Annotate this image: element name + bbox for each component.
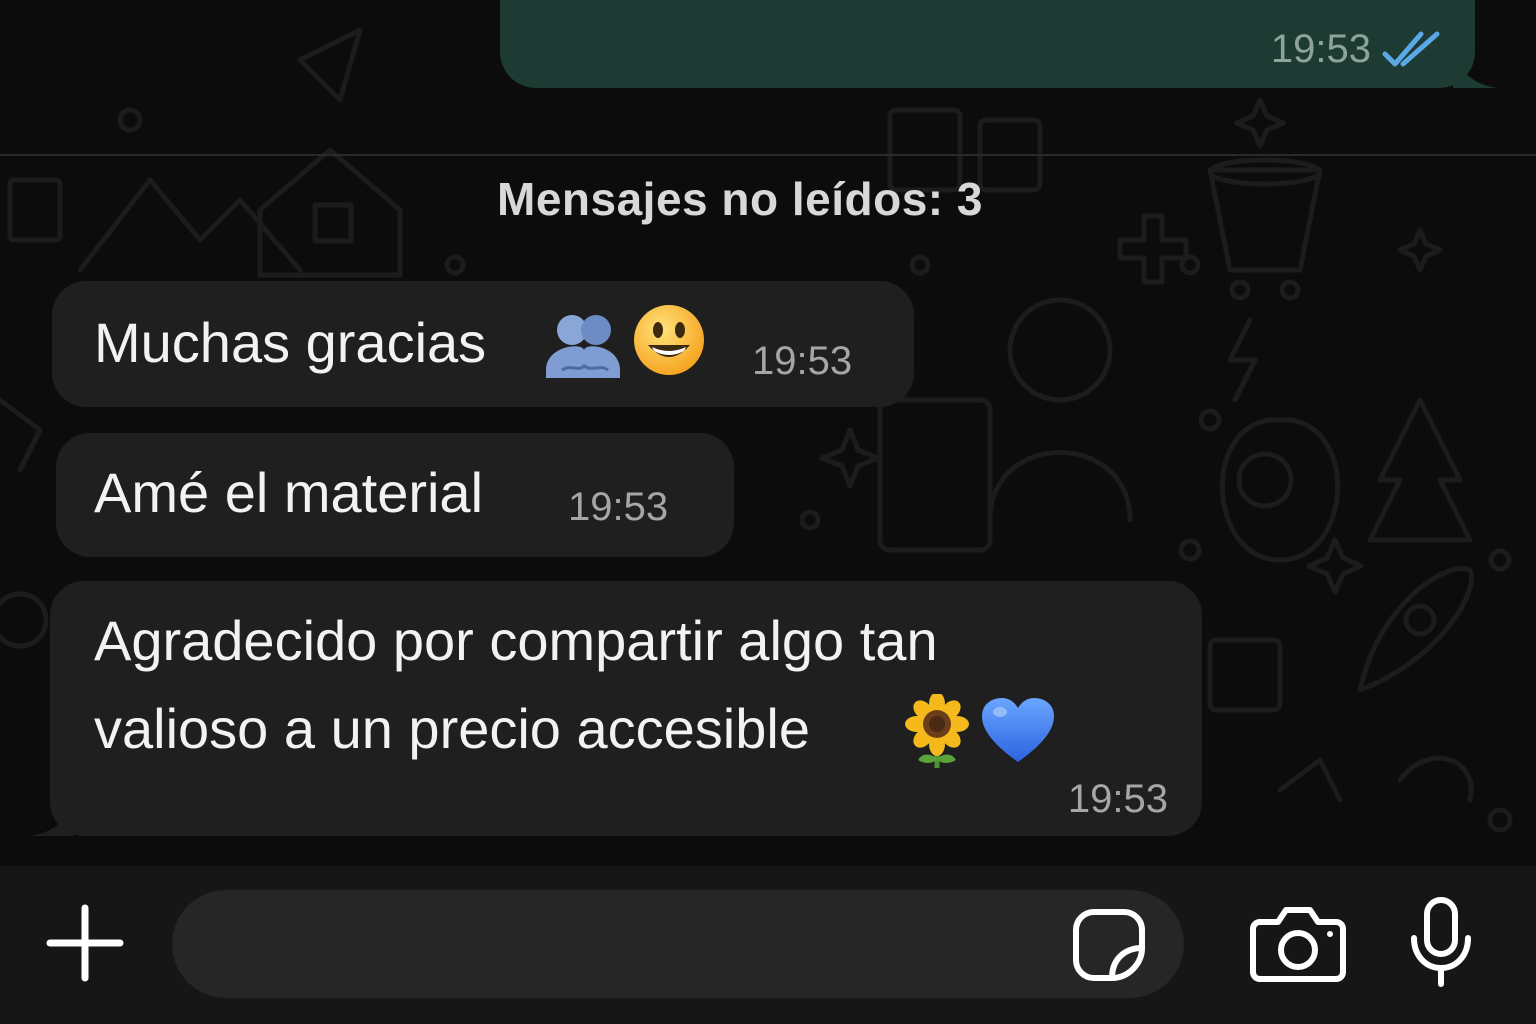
chat-screen: 19:53 Mensajes no leídos: 3 Muchas graci… — [0, 0, 1536, 1024]
message-input[interactable] — [172, 890, 1184, 998]
incoming-message-bubble[interactable]: Muchas gracias 19:53 — [52, 281, 914, 407]
message-time: 19:53 — [1270, 27, 1371, 71]
message-time: 19:53 — [568, 485, 669, 529]
bubble-tail — [1453, 54, 1497, 88]
plus-icon[interactable] — [44, 902, 126, 984]
message-time: 19:53 — [752, 339, 853, 383]
camera-icon[interactable] — [1250, 906, 1346, 982]
sunflower-emoji — [905, 694, 969, 768]
people-hugging-emoji — [546, 315, 620, 378]
bubble-tail — [30, 802, 74, 836]
unread-separator-line — [0, 154, 1536, 156]
unread-messages-divider: Mensajes no leídos: 3 — [497, 173, 983, 225]
microphone-icon[interactable] — [1408, 896, 1474, 988]
message-text: Amé el material — [94, 461, 484, 524]
message-meta: 19:53 — [1271, 27, 1443, 72]
sticker-icon[interactable] — [1072, 908, 1146, 982]
read-ticks-icon — [1382, 31, 1440, 66]
blue-heart-emoji — [982, 698, 1054, 762]
message-text-line-2: valioso a un precio accesible — [94, 697, 810, 760]
smiling-face-emoji — [634, 305, 704, 375]
message-time: 19:53 — [1067, 777, 1168, 821]
message-text-line-1: Agradecido por compartir algo tan — [94, 609, 938, 672]
outgoing-message-bubble[interactable]: 19:53 — [500, 0, 1497, 88]
incoming-message-bubble[interactable]: Amé el material 19:53 — [56, 433, 734, 557]
message-text: Muchas gracias — [94, 311, 487, 374]
